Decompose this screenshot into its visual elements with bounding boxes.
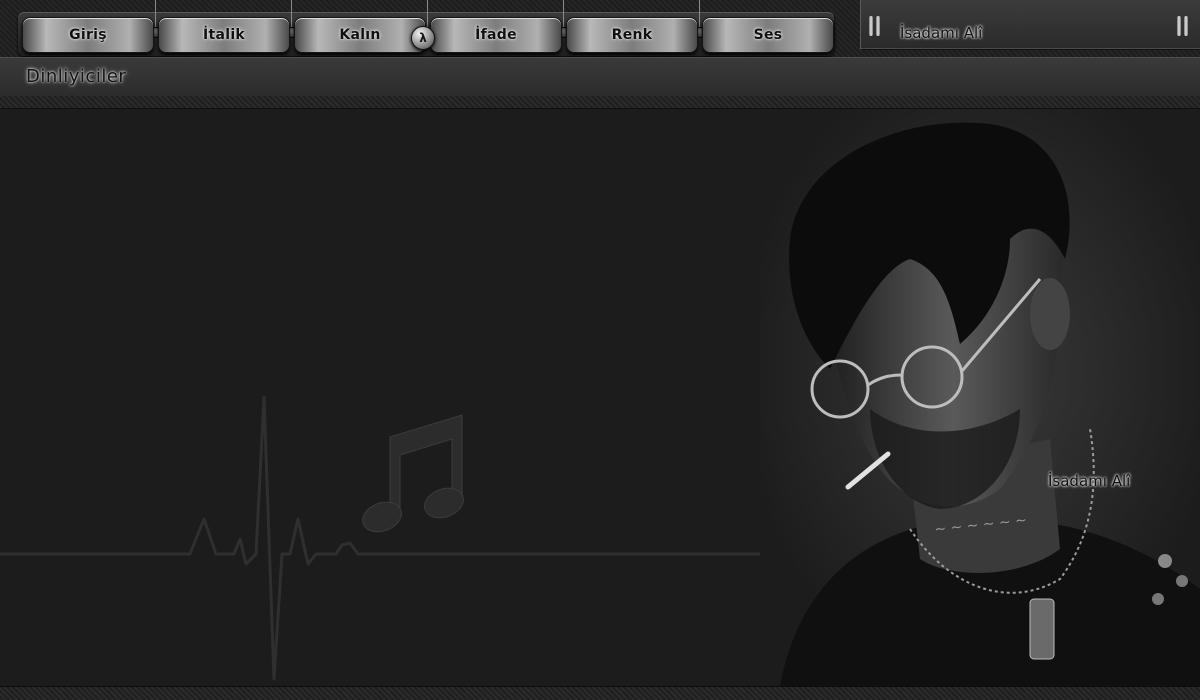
tab-label: Ses [753,27,783,43]
hanging-wire [699,0,700,27]
portrait-image: ~ ~ ~ ~ ~ ~ [760,109,1200,686]
hanging-wire [427,0,428,27]
pause-icon[interactable] [868,16,882,36]
section-title: Dinliyiciler [26,66,127,87]
tab-label: Renk [611,27,653,43]
tab-label: Kalın [339,27,381,43]
watermark-text: İsadamı Alî [1048,472,1131,490]
page-root: Giriş İtalik Kalın İfade Renk Ses λ İsad… [0,0,1200,700]
pause-icon[interactable] [1176,16,1190,36]
tab-ses[interactable]: Ses [702,17,834,53]
hanging-wire [155,0,156,27]
divider-stripe [0,96,1200,109]
tab-label: İtalik [202,27,246,43]
hanging-wire [291,0,292,27]
hanging-wire [563,0,564,27]
section-header: Dinliyiciler [0,57,1200,97]
tab-italik[interactable]: İtalik [158,17,290,53]
collapse-toggle-icon[interactable]: λ [411,26,435,50]
watermark-text: İsadamı Alî [900,24,983,42]
tab-giris[interactable]: Giriş [22,17,154,53]
tab-label: Giriş [69,27,107,43]
footer-stripe [0,686,1200,700]
tab-renk[interactable]: Renk [566,17,698,53]
music-note-icon [362,414,464,533]
main-content: ~ ~ ~ ~ ~ ~ İsadamı Alî [0,109,1200,686]
tab-kalin[interactable]: Kalın [294,17,426,53]
tab-label: İfade [475,27,517,43]
tab-ifade[interactable]: İfade [430,17,562,53]
